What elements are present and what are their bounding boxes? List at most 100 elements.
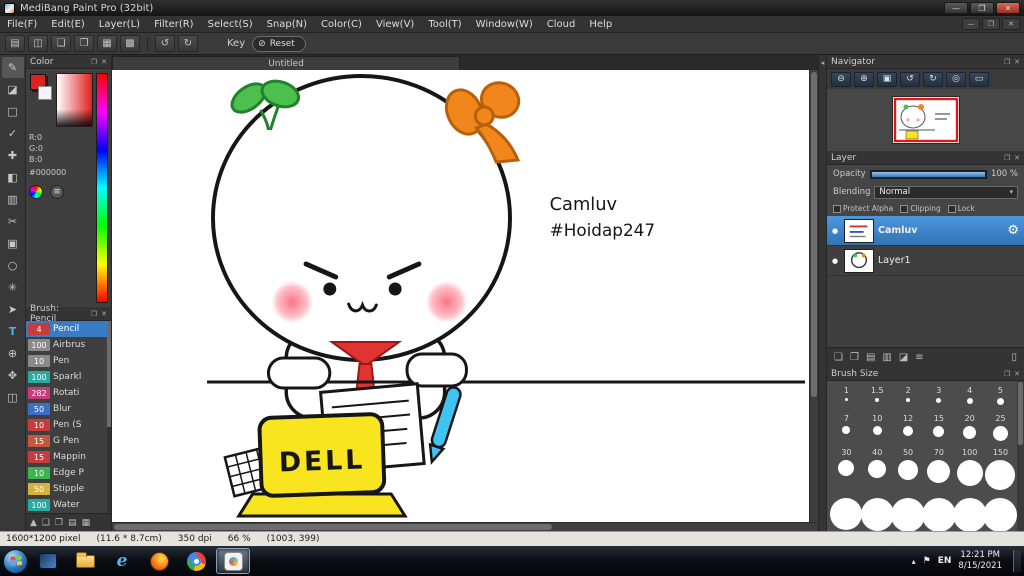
layer-visibility-icon[interactable]: ● — [832, 227, 840, 235]
brush-size-option[interactable]: 12 — [893, 411, 924, 445]
float-panel-icon[interactable]: ❐ — [91, 58, 97, 66]
zoom-tool[interactable]: ⊕ — [2, 343, 24, 364]
brush-size-option[interactable]: 7 — [831, 411, 862, 445]
start-button[interactable] — [3, 548, 28, 574]
brush-size-option[interactable] — [983, 495, 1018, 531]
menu-snap[interactable]: Snap(N) — [260, 16, 314, 32]
navigator-thumbnail[interactable] — [892, 97, 959, 143]
taskbar-internet-explorer[interactable]: e — [105, 548, 139, 574]
brush-size-option[interactable]: 150 — [985, 445, 1016, 495]
brush-tool[interactable]: ✎ — [1, 57, 24, 78]
bucket-tool[interactable]: ◧ — [2, 167, 24, 188]
protect-alpha-checkbox[interactable]: Protect Alpha — [833, 204, 893, 213]
doc-maximize-button[interactable]: ❐ — [982, 18, 1000, 30]
float-panel-icon[interactable]: ❐ — [1004, 370, 1010, 378]
brush-size-option[interactable]: 2 — [893, 383, 924, 411]
background-color-swatch[interactable] — [38, 86, 52, 100]
reset-view-icon[interactable]: ◎ — [946, 71, 966, 87]
brush-settings-icon[interactable]: ▤ — [68, 518, 77, 528]
duplicate-brush-icon[interactable]: ❐ — [55, 518, 63, 528]
language-indicator[interactable]: EN — [938, 556, 952, 566]
undo-icon[interactable]: ↺ — [155, 35, 175, 52]
close-panel-icon[interactable]: ✕ — [1014, 58, 1020, 66]
merge-layer-icon[interactable]: ◪ — [899, 352, 908, 363]
tray-expand-icon[interactable]: ▴ — [912, 557, 916, 566]
drawing-canvas[interactable]: DELL Camluv #Hoidap247 — [112, 70, 809, 522]
float-panel-icon[interactable]: ❐ — [91, 310, 97, 318]
blending-dropdown[interactable]: Normal ▾ — [874, 185, 1018, 199]
zoom-in-icon[interactable]: ⊕ — [854, 71, 874, 87]
brush-size-option[interactable]: 50 — [893, 445, 924, 495]
gear-icon[interactable]: ⚙ — [1007, 223, 1019, 238]
brush-size-option[interactable]: 10 — [862, 411, 893, 445]
brush-item-pen[interactable]: 10 Pen — [26, 353, 111, 369]
brush-item-edge-pen[interactable]: 10 Edge P — [26, 465, 111, 481]
menu-edit[interactable]: Edit(E) — [44, 16, 92, 32]
brush-grid-icon[interactable]: ▦ — [82, 518, 91, 528]
taskbar-firefox[interactable] — [142, 548, 176, 574]
brush-size-option[interactable] — [921, 495, 956, 531]
layer-folder-icon[interactable]: ▥ — [882, 352, 891, 363]
float-panel-icon[interactable]: ❐ — [1004, 58, 1010, 66]
canvas-horizontal-scrollbar[interactable] — [112, 522, 818, 531]
panel-toggle-icon[interactable]: ▤ — [5, 35, 25, 52]
brush-size-option[interactable] — [830, 495, 863, 531]
rotate-right-icon[interactable]: ↻ — [923, 71, 943, 87]
menu-view[interactable]: View(V) — [369, 16, 421, 32]
doc-close-button[interactable]: ✕ — [1002, 18, 1020, 30]
brush-item-pencil[interactable]: 4 Pencil — [26, 321, 111, 337]
document-tab[interactable]: Untitled — [112, 56, 460, 70]
brush-item-stipple[interactable]: 50 Stipple — [26, 481, 111, 497]
taskbar-explorer[interactable] — [68, 548, 102, 574]
brush-item-mapping[interactable]: 15 Mappin — [26, 449, 111, 465]
add-brush-icon[interactable]: ❏ — [42, 518, 50, 528]
brush-size-option[interactable] — [860, 495, 894, 531]
color-wheel-icon[interactable] — [29, 185, 43, 199]
taskbar-medibang-active[interactable] — [216, 548, 250, 574]
lock-checkbox[interactable]: Lock — [947, 204, 975, 213]
zoom-out-icon[interactable]: ⊖ — [831, 71, 851, 87]
menu-cloud[interactable]: Cloud — [540, 16, 583, 32]
close-button[interactable]: ✕ — [996, 2, 1020, 14]
taskbar-clock[interactable]: 12:21 PM 8/15/2021 — [958, 550, 1006, 571]
new-doc-icon[interactable]: ❏ — [51, 35, 71, 52]
show-desktop-button[interactable] — [1013, 550, 1021, 572]
close-panel-icon[interactable]: ✕ — [1014, 154, 1020, 162]
menu-tool[interactable]: Tool(T) — [421, 16, 468, 32]
brush-list-scrollbar[interactable] — [107, 321, 111, 513]
reset-button[interactable]: ⊘ Reset — [252, 35, 306, 52]
grid-view-icon[interactable]: ▦ — [97, 35, 117, 52]
brush-item-water[interactable]: 100 Water — [26, 497, 111, 513]
float-panel-icon[interactable]: ❐ — [1004, 154, 1010, 162]
brush-size-option[interactable]: 100 — [954, 445, 985, 495]
brush-item-sparkle[interactable]: 100 Sparkl — [26, 369, 111, 385]
brush-size-option[interactable] — [891, 495, 926, 531]
layer-row-layer1[interactable]: ● Layer1 — [827, 246, 1024, 276]
layer-row-camluv[interactable]: ● Camluv ⚙ — [827, 216, 1024, 246]
rotate-left-icon[interactable]: ↺ — [900, 71, 920, 87]
brush-up-icon[interactable]: ▲ — [30, 518, 37, 528]
brush-size-option[interactable]: 20 — [954, 411, 985, 445]
gradient-tool[interactable]: ▥ — [2, 189, 24, 210]
trash-icon[interactable]: ▯ — [1011, 352, 1017, 363]
brush-size-scrollbar[interactable] — [1017, 381, 1024, 531]
scissors-tool[interactable]: ✂ — [2, 211, 24, 232]
close-panel-icon[interactable]: ✕ — [101, 310, 107, 318]
duplicate-layer-icon[interactable]: ❐ — [850, 352, 859, 363]
saturation-value-square[interactable] — [56, 73, 93, 127]
marquee-tool[interactable]: ▣ — [2, 233, 24, 254]
brush-size-option[interactable]: 25 — [985, 411, 1016, 445]
brush-item-blur[interactable]: 50 Blur — [26, 401, 111, 417]
brush-size-option[interactable]: 3 — [923, 383, 954, 411]
maximize-button[interactable]: ❐ — [970, 2, 994, 14]
brush-item-airbrush[interactable]: 100 Airbrus — [26, 337, 111, 353]
text-tool[interactable]: T — [2, 321, 24, 342]
eraser-tool[interactable]: ◪ — [2, 79, 24, 100]
menu-layer[interactable]: Layer(L) — [92, 16, 147, 32]
brush-size-option[interactable] — [952, 495, 987, 531]
hue-bar[interactable] — [96, 73, 108, 303]
brush-size-option[interactable]: 5 — [985, 383, 1016, 411]
opacity-slider[interactable] — [869, 169, 987, 179]
menu-help[interactable]: Help — [582, 16, 619, 32]
menu-select[interactable]: Select(S) — [201, 16, 260, 32]
